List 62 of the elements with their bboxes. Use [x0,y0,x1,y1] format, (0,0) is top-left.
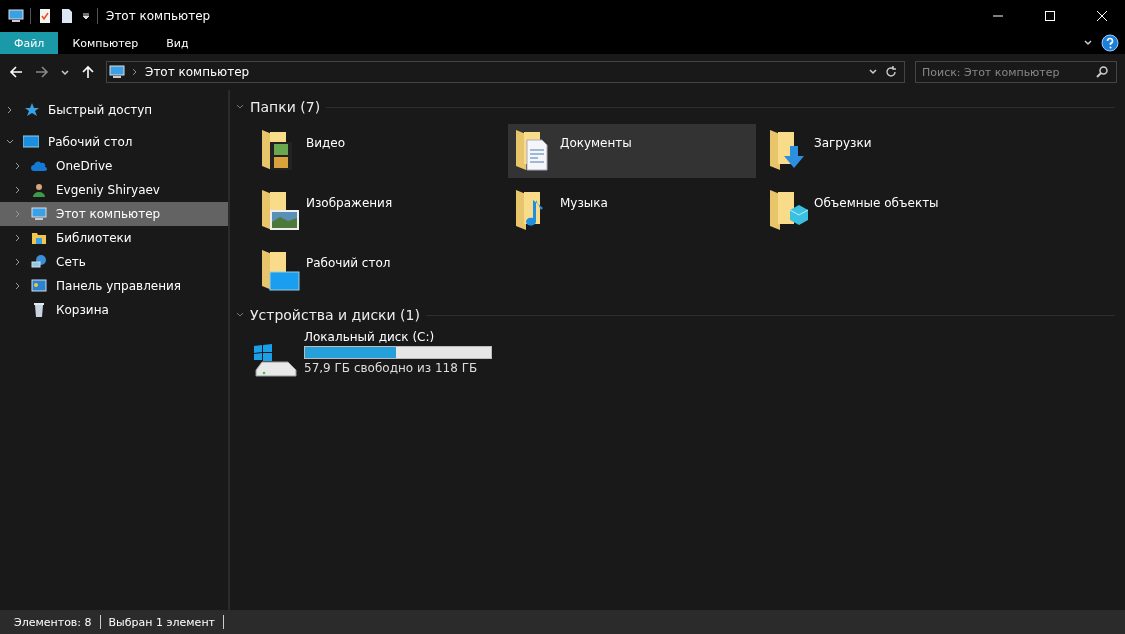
address-path: Этот компьютер [145,65,250,79]
folder-tile[interactable]: Рабочий стол [254,244,502,298]
folder-tile[interactable]: Музыка [508,184,756,238]
drive-name[interactable]: Локальный диск (C:) [304,330,492,344]
sidebar-item[interactable]: Корзина [0,298,228,322]
refresh-icon[interactable] [884,65,898,79]
chevron-down-icon[interactable] [1083,38,1093,48]
back-arrow-icon[interactable] [8,64,24,80]
search-icon [1095,65,1109,79]
group-heading: Устройства и диски (1) [250,307,420,323]
folder-tile[interactable]: Загрузки [762,124,1010,178]
folder-icon [260,188,300,232]
sidebar-item[interactable]: Панель управления [0,274,228,298]
sidebar-item[interactable]: Библиотеки [0,226,228,250]
collapse-chevron-icon[interactable] [236,311,244,319]
bin-icon [31,302,47,318]
person-icon [31,182,47,198]
group-heading: Папки (7) [250,99,321,115]
properties-icon[interactable] [37,8,53,24]
computer-icon [8,8,24,24]
star-icon [23,102,39,118]
computer-icon [109,64,125,80]
chevron-icon[interactable] [14,186,22,194]
chevron-icon[interactable] [14,258,22,266]
recent-dropdown-icon[interactable] [60,67,70,77]
breadcrumb-chevron-icon[interactable] [131,68,139,76]
free-space-text: 57,9 ГБ свободно из 118 ГБ [304,361,479,375]
sidebar-item[interactable]: Сеть [0,250,228,274]
folder-icon [260,248,300,292]
chevron-icon[interactable] [6,138,14,146]
computer-icon [31,206,47,222]
search-field[interactable]: Поиск: Этот компьютер [915,61,1117,83]
help-icon[interactable] [1101,34,1119,52]
desktop-icon [23,134,39,150]
folder-tile[interactable]: Видео [254,124,502,178]
up-arrow-icon[interactable] [80,64,96,80]
chevron-icon[interactable] [6,106,14,114]
window-title: Этот компьютер [106,9,211,23]
sidebar-item[interactable]: Рабочий стол [0,130,228,154]
sidebar-item[interactable]: Evgeniy Shiryaev [0,178,228,202]
chevron-icon[interactable] [14,162,22,170]
network-icon [31,254,47,270]
folder-icon [768,188,808,232]
dropdown-icon[interactable] [81,11,91,21]
sidebar-item[interactable]: Быстрый доступ [0,98,228,122]
chevron-icon[interactable] [14,282,22,290]
status-item-count: Элементов: 8 [14,615,92,629]
folder-tile[interactable]: Документы [508,124,756,178]
ribbon-tab[interactable]: Вид [152,32,203,54]
sidebar-item[interactable]: OneDrive [0,154,228,178]
control-icon [31,278,47,294]
status-selection: Выбран 1 элемент [108,615,215,629]
folder-tile[interactable]: Изображения [254,184,502,238]
ribbon-tab[interactable]: Компьютер [58,32,153,54]
folder-tile[interactable]: Объемные объекты [762,184,1010,238]
forward-arrow-icon[interactable] [34,64,50,80]
library-icon [31,230,47,246]
chevron-down-icon[interactable] [868,67,878,77]
sidebar-item[interactable]: Этот компьютер [0,202,228,226]
chevron-icon[interactable] [14,234,22,242]
collapse-chevron-icon[interactable] [236,103,244,111]
address-bar[interactable]: Этот компьютер [106,61,905,83]
